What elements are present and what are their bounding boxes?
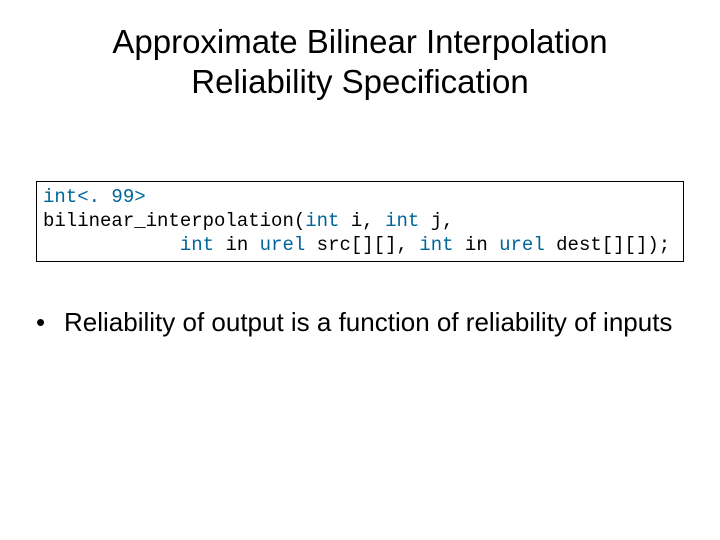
- code-kw-in-1: in: [214, 234, 260, 256]
- code-sig-2: i,: [339, 210, 385, 232]
- code-sig-3: j,: [419, 210, 453, 232]
- code-param-src: src[][],: [305, 234, 419, 256]
- bullet-item: • Reliability of output is a function of…: [30, 306, 676, 339]
- code-kw-in-2: in: [454, 234, 500, 256]
- title-line-2: Reliability Specification: [191, 63, 529, 100]
- code-indent: [43, 234, 180, 256]
- code-kw-int-3: int: [180, 234, 214, 256]
- slide-title: Approximate Bilinear Interpolation Relia…: [0, 0, 720, 101]
- code-specification-box: int<. 99> bilinear_interpolation(int i, …: [36, 181, 684, 262]
- code-sig-1: bilinear_interpolation(: [43, 210, 305, 232]
- code-kw-int-4: int: [419, 234, 453, 256]
- code-param-dest: dest[][]);: [545, 234, 670, 256]
- code-kw-int-2: int: [385, 210, 419, 232]
- title-line-1: Approximate Bilinear Interpolation: [112, 23, 607, 60]
- code-kw-urel-1: urel: [260, 234, 306, 256]
- code-reliability-spec: int<. 99>: [43, 186, 146, 208]
- bullet-marker: •: [30, 306, 64, 339]
- code-kw-urel-2: urel: [499, 234, 545, 256]
- bullet-text: Reliability of output is a function of r…: [64, 306, 676, 339]
- code-kw-int-1: int: [305, 210, 339, 232]
